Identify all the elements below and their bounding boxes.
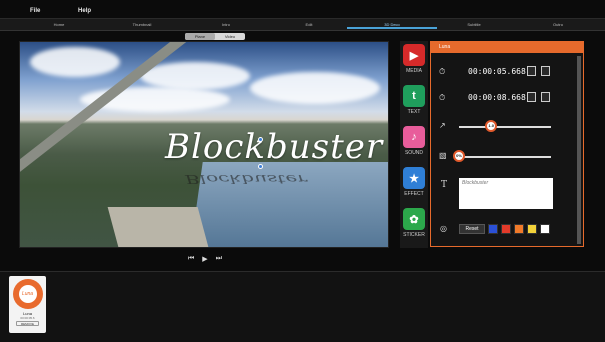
reset-button[interactable]: Reset — [459, 224, 485, 234]
next-frame-button[interactable]: ⏭ — [216, 255, 222, 263]
tool-sidebar: ▶ MEDIA t TEXT ♪ SOUND ★ EFFECT ✿ STICKE… — [400, 41, 428, 248]
menu-bar: File Help — [0, 0, 605, 18]
copy-icon[interactable] — [527, 92, 536, 102]
sidebar-item-media[interactable]: ▶ MEDIA — [400, 42, 428, 82]
start-time-icon: ⏱ — [439, 67, 446, 76]
active-tab-indicator — [347, 27, 437, 29]
tab-bar: Home Thumbnail Intro Edit 3D Deco Subtit… — [0, 18, 605, 31]
tab-home[interactable]: Home — [29, 19, 89, 31]
plane-toggle-button[interactable]: Plane — [185, 33, 215, 40]
end-time-value[interactable]: 00:00:08.668 — [468, 93, 526, 102]
video-toggle-button[interactable]: Video — [215, 33, 245, 40]
text-icon: T — [441, 180, 448, 190]
cloud — [250, 72, 380, 104]
scale-slider-knob[interactable]: 1.0 — [485, 120, 498, 132]
paste-icon[interactable] — [541, 92, 550, 102]
play-icon: ▶ — [403, 44, 425, 66]
sidebar-item-label: SOUND — [404, 150, 424, 156]
sidebar-item-effect[interactable]: ★ EFFECT — [400, 165, 428, 205]
cloud — [140, 62, 250, 90]
sound-icon: ♪ — [403, 126, 425, 148]
menu-file[interactable]: File — [30, 8, 40, 14]
sidebar-item-text[interactable]: t TEXT — [400, 83, 428, 123]
clip-duration: 00:00:05.6 — [20, 316, 35, 320]
color-swatch-orange[interactable] — [514, 224, 524, 234]
previous-frame-button[interactable]: ⏮ — [188, 255, 194, 263]
effect-icon: ★ — [403, 167, 425, 189]
tab-thumbnail[interactable]: Thumbnail — [112, 19, 172, 31]
panel-title: Luna — [431, 42, 583, 53]
title-overlay-text[interactable]: Blockbuster — [165, 127, 383, 167]
scale-icon: ↗ — [439, 121, 446, 130]
transform-handle[interactable] — [258, 137, 263, 142]
color-swatch-white[interactable] — [540, 224, 550, 234]
timeline: Luna Luna 00:00:05.6 REMOVE — [0, 271, 605, 342]
paste-icon[interactable] — [541, 66, 550, 76]
properties-panel: Luna ⏱ 00:00:05.668 ⏱ 00:00:08.668 ↗ 1.0… — [430, 41, 584, 247]
timeline-clip[interactable]: Luna Luna 00:00:05.6 REMOVE — [9, 276, 46, 333]
tab-outro[interactable]: Outro — [528, 19, 588, 31]
tab-subtitle[interactable]: Subtitle — [444, 19, 504, 31]
sidebar-item-label: TEXT — [407, 109, 421, 115]
end-time-row: ⏱ 00:00:08.668 — [431, 90, 579, 106]
scale-row: ↗ 1.0 — [431, 118, 579, 134]
sidebar-item-sticker[interactable]: ✿ STICKER — [400, 206, 428, 246]
clip-logo-text: Luna — [18, 285, 37, 303]
sidebar-item-label: EFFECT — [404, 191, 424, 197]
end-time-icon: ⏱ — [439, 93, 446, 102]
view-toggle: Plane Video — [185, 33, 245, 40]
tab-edit[interactable]: Edit — [279, 19, 339, 31]
opacity-icon: ▧ — [439, 151, 447, 160]
sidebar-item-label: MEDIA — [406, 68, 422, 74]
menu-help[interactable]: Help — [78, 8, 91, 14]
transform-handle[interactable] — [258, 164, 263, 169]
scale-slider[interactable] — [459, 126, 551, 128]
video-preview[interactable]: Blockbuster Blockbuster — [19, 41, 389, 248]
start-time-row: ⏱ 00:00:05.668 — [431, 64, 579, 80]
color-swatch-yellow[interactable] — [527, 224, 537, 234]
opacity-slider-knob[interactable]: 0% — [453, 150, 465, 162]
opacity-slider[interactable] — [459, 156, 551, 158]
overlay-text-input[interactable]: Blockbuster — [459, 178, 553, 209]
title-3d-shadow: Blockbuster — [185, 171, 307, 187]
opacity-row: ▧ 0% — [431, 148, 579, 164]
color-palette-icon: ◎ — [440, 224, 447, 233]
remove-clip-button[interactable]: REMOVE — [16, 321, 39, 326]
embankment — [107, 207, 213, 247]
playback-controls: ⏮ ▶ ⏭ — [180, 253, 230, 265]
tab-intro[interactable]: Intro — [196, 19, 256, 31]
start-time-value[interactable]: 00:00:05.668 — [468, 67, 526, 76]
color-swatch-red[interactable] — [501, 224, 511, 234]
sidebar-item-sound[interactable]: ♪ SOUND — [400, 124, 428, 164]
play-button[interactable]: ▶ — [202, 255, 207, 263]
tab-3d-deco[interactable]: 3D Deco — [362, 19, 422, 31]
sidebar-item-label: STICKER — [403, 232, 425, 238]
clip-thumbnail: Luna — [12, 279, 43, 309]
text-icon: t — [403, 85, 425, 107]
cloud — [30, 47, 120, 77]
copy-icon[interactable] — [527, 66, 536, 76]
color-swatch-blue[interactable] — [488, 224, 498, 234]
sticker-icon: ✿ — [403, 208, 425, 230]
